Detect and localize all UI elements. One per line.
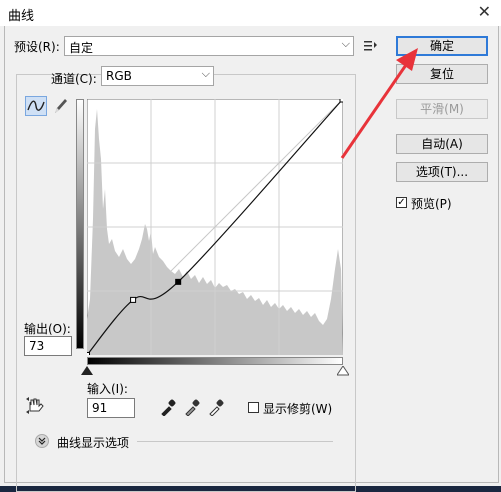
chevron-down-icon: ⌵: [201, 67, 210, 80]
curve-display-options-label: 曲线显示选项: [57, 436, 130, 450]
pencil-icon[interactable]: [51, 96, 69, 116]
curve-tool-icon: [27, 100, 45, 111]
preset-value: 自定: [69, 41, 94, 55]
divider: [137, 441, 333, 442]
output-field[interactable]: 73: [24, 336, 72, 356]
curves-dialog: 曲线 ✕ 预设(R): 自定 ⌵ 确定 复位 平滑(M) 自动(A) 选项(T)…: [0, 0, 501, 492]
channel-select[interactable]: RGB ⌵: [101, 66, 214, 86]
black-point-slider[interactable]: [81, 366, 93, 376]
expand-options-button[interactable]: [35, 434, 49, 448]
preview-checkbox[interactable]: ✓: [396, 197, 407, 208]
input-label: 输入(I):: [87, 382, 128, 396]
preview-label: 预览(P): [411, 197, 452, 211]
curves-graph[interactable]: [87, 99, 343, 355]
channel-label: 通道(C):: [51, 72, 97, 86]
curve-point-selected[interactable]: [175, 278, 182, 285]
black-eyedropper-icon[interactable]: [159, 398, 177, 416]
input-gradient-bar: [87, 357, 343, 365]
output-gradient-bar: [76, 99, 84, 349]
preset-select[interactable]: 自定 ⌵: [64, 36, 354, 56]
title-bar: 曲线 ✕: [0, 0, 501, 26]
show-clipping-checkbox[interactable]: [248, 402, 259, 413]
close-icon[interactable]: ✕: [478, 2, 491, 21]
hand-adjust-icon[interactable]: [25, 396, 49, 416]
input-value: 91: [92, 401, 108, 415]
input-field[interactable]: 91: [87, 398, 135, 418]
output-value: 73: [29, 339, 45, 353]
chevron-down-icon: [38, 437, 46, 445]
curve-tool-button[interactable]: [25, 96, 47, 116]
show-clipping-label: 显示修剪(W): [263, 402, 333, 416]
white-eyedropper-icon[interactable]: [207, 398, 225, 416]
channel-value: RGB: [106, 69, 132, 83]
preset-label: 预设(R):: [14, 40, 60, 54]
white-point-slider[interactable]: [337, 366, 349, 376]
curve-point[interactable]: [130, 296, 137, 303]
output-label: 输出(O):: [24, 322, 71, 336]
gray-eyedropper-icon[interactable]: [183, 398, 201, 416]
options-button[interactable]: 选项(T)...: [396, 162, 488, 182]
curve-point[interactable]: [87, 352, 90, 356]
annotation-arrow: [340, 48, 418, 159]
dialog-title: 曲线: [8, 9, 35, 24]
